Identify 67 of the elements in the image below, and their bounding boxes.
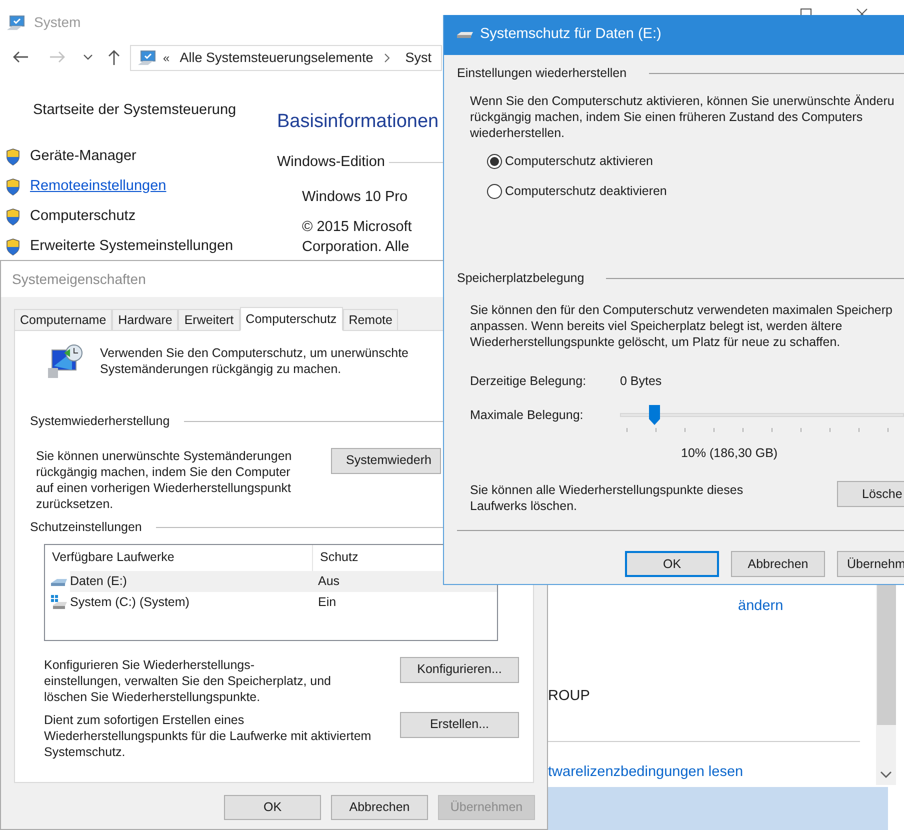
computer-icon	[6, 14, 26, 32]
scrollbar[interactable]	[876, 585, 896, 785]
configure-button[interactable]: Konfigurieren...	[400, 656, 519, 682]
description-text: Wenn Sie den Computerschutz aktivieren, können Sie unerwünschte Änderu rückgängig machen, indem Sie einen früheren Zustand des Computers wiederherstellen.	[470, 92, 896, 141]
shield-icon	[5, 208, 21, 226]
dialog-button[interactable]: Abbrechen	[731, 551, 825, 577]
window-title: Systemeigenschaften	[12, 270, 146, 289]
workgroup-text: ROUP	[548, 687, 590, 706]
tab[interactable]: Erweitert	[178, 309, 240, 330]
shield-icon	[5, 148, 21, 166]
sidebar-link[interactable]: Remoteeinstellungen	[30, 176, 166, 198]
license-terms-link[interactable]: twarelizenzbedingungen lesen	[548, 762, 744, 784]
control-panel-home-link[interactable]: Startseite der Systemsteuerung	[33, 100, 277, 122]
dialog-button[interactable]: OK	[224, 795, 321, 820]
edition-info: © 2015 Microsoft Corporation. Alle	[302, 218, 413, 258]
drive-row[interactable]: System (C:) (System) Ein	[70, 592, 497, 612]
up-arrow-icon[interactable]	[106, 49, 122, 67]
computer-icon	[137, 49, 157, 67]
scrollbar-thumb[interactable]	[876, 585, 896, 725]
description-text: Sie können den für den Computerschutz verwendeten maximalen Speicherp anpassen. Wenn bereits viel Speicherplatz belegt ist, werden ältere Wiederherstellungspunkte gelöscht, um Platz für neue zu schaffen.	[470, 302, 894, 350]
group-heading: Systemwiederherstellung	[30, 413, 170, 430]
group-heading: Einstellungen wiederherstellen	[457, 65, 627, 82]
tab[interactable]: Hardware	[112, 309, 178, 330]
system-restore-button[interactable]: Systemwiederh	[331, 448, 441, 474]
slider-thumb[interactable]	[649, 405, 660, 426]
change-settings-link[interactable]: ändern	[738, 596, 784, 618]
dialog-title: Systemschutz für Daten (E:)	[480, 25, 662, 44]
description-text: Sie können alle Wiederherstellungspunkte dieses Laufwerks löschen.	[470, 482, 744, 514]
radio-button[interactable]	[487, 184, 502, 200]
tab[interactable]: Remote	[342, 309, 398, 330]
drive-row[interactable]: Daten (E:) Aus	[70, 570, 497, 592]
slider-track[interactable]	[620, 405, 904, 426]
intro-text: Verwenden Sie den Computerschutz, um unerwünschte Systemänderungen rückgängig zu machen.	[100, 345, 409, 378]
shield-icon	[5, 178, 21, 196]
tab[interactable]: Computerschutz	[240, 307, 343, 331]
chevron-right-icon	[383, 53, 392, 63]
dialog-button[interactable]: Abbrechen	[331, 795, 428, 820]
drive-icon	[456, 30, 474, 40]
breadcrumb-item[interactable]: Syst	[405, 48, 432, 68]
radio-option[interactable]: Computerschutz aktivieren	[487, 150, 904, 173]
group-heading: Speicherplatzbelegung	[457, 270, 584, 287]
slider-reading: 10% (186,30 GB)	[681, 445, 779, 462]
breadcrumb-item[interactable]: Alle Systemsteuerungselemente	[180, 48, 374, 68]
tab[interactable]: Computername	[14, 309, 112, 330]
shield-icon	[5, 238, 21, 256]
sidebar-link[interactable]: Geräte-Manager	[30, 146, 136, 168]
address-bar[interactable]: « Alle Systemsteuerungselemente Syst	[130, 45, 442, 71]
sidebar-link[interactable]: Erweiterte Systemeinstellungen	[30, 236, 234, 258]
usage-value: 0 Bytes	[620, 372, 662, 390]
radio-option[interactable]: Computerschutz deaktivieren	[487, 180, 904, 203]
window-title: System	[34, 13, 81, 32]
radio-button[interactable]	[487, 154, 502, 170]
edition-info: Windows 10 Pro	[302, 188, 409, 208]
group-heading: Schutzeinstellungen	[30, 518, 142, 536]
restore-description: Sie können unerwünschte Systemänderungen rückgängig machen, indem Sie den Computer auf einen vorherigen Wiederherstellungspunkt zurücksetzen.	[36, 448, 293, 512]
section-title: Windows-Edition	[277, 152, 385, 172]
overflow-chevron[interactable]: «	[163, 49, 170, 67]
usage-label: Derzeitige Belegung:	[470, 372, 588, 390]
dialog-button[interactable]: OK	[625, 551, 719, 577]
delete-button[interactable]: Lösche	[837, 481, 904, 507]
create-button[interactable]: Erstellen...	[400, 712, 519, 738]
scroll-down-icon	[880, 771, 892, 779]
usage-label: Maximale Belegung:	[470, 406, 584, 424]
drive-icon	[50, 595, 68, 609]
sidebar-link[interactable]: Computerschutz	[30, 206, 136, 228]
create-description: Dient zum sofortigen Erstellen eines Wiederherstellungspunkts für die Laufwerke mit aktiviertem Systemschutz.	[44, 712, 372, 760]
configure-description: Konfigurieren Sie Wiederherstellungs- einstellungen, verwalten Sie den Speicherplatz, und löschen Sie Wiederherstellungspunkte.	[44, 656, 331, 704]
